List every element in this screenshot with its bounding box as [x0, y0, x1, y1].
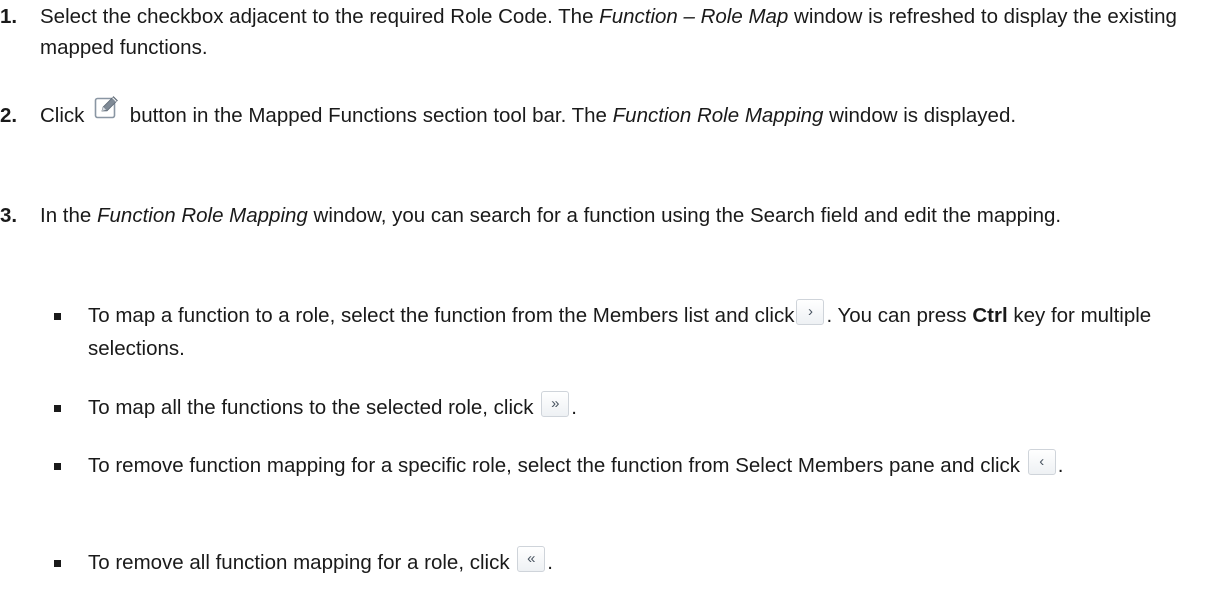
bullet-item: To map a function to a role, select the …: [0, 299, 1180, 364]
bullet-marker: [54, 313, 61, 320]
key-name: Ctrl: [972, 304, 1008, 327]
window-name: Function – Role Map: [599, 5, 789, 28]
bullet-text: To map a function to a role, select the …: [88, 299, 1180, 364]
chevron-left-icon: ‹: [1027, 449, 1056, 475]
step-text: Select the checkbox adjacent to the requ…: [40, 5, 1177, 59]
document-page: 1. Select the checkbox adjacent to the r…: [0, 0, 1210, 590]
edit-icon: [94, 95, 120, 119]
double-chevron-right-icon: »: [541, 391, 570, 417]
step-text: Click button in the Mapped Functions sec…: [40, 96, 1180, 131]
bullet-text: To remove function mapping for a specifi…: [88, 449, 1180, 483]
bullet-marker: [54, 560, 61, 567]
bullet-text: To map all the functions to the selected…: [88, 391, 1180, 425]
bullet-item: To remove all function mapping for a rol…: [0, 546, 1180, 580]
step-1: 1. Select the checkbox adjacent to the r…: [0, 1, 1180, 63]
step-number: 1.: [0, 5, 18, 28]
bullet-item: To remove function mapping for a specifi…: [0, 449, 1180, 483]
bullet-marker: [54, 463, 61, 470]
step-3: 3. In the Function Role Mapping window, …: [0, 200, 1180, 231]
step-text: In the Function Role Mapping window, you…: [40, 204, 1062, 227]
step-number: 2.: [0, 104, 18, 127]
double-chevron-left-icon: «: [517, 546, 546, 572]
chevron-right-icon: ›: [796, 299, 825, 325]
step-number: 3.: [0, 204, 18, 227]
step-2: 2. Click button in the Mapped Functions …: [0, 96, 1180, 131]
bullet-marker: [54, 405, 61, 412]
window-name: Function Role Mapping: [612, 104, 824, 127]
bullet-item: To map all the functions to the selected…: [0, 391, 1180, 425]
bullet-text: To remove all function mapping for a rol…: [88, 546, 1180, 580]
window-name: Function Role Mapping: [97, 204, 308, 227]
